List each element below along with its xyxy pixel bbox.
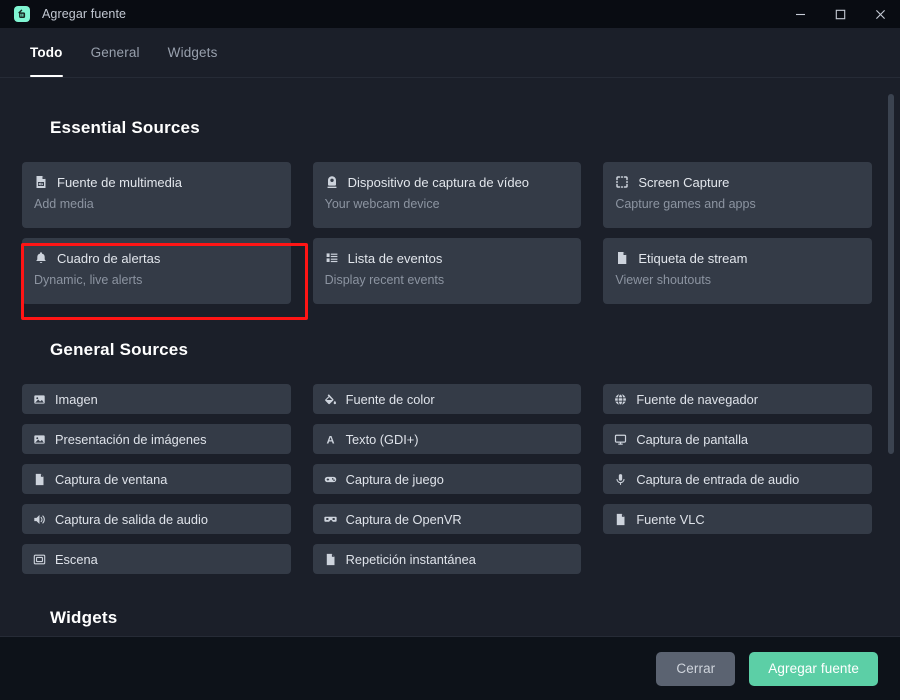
- card-subtitle: Capture games and apps: [615, 197, 756, 211]
- scrollbar-track[interactable]: [887, 82, 895, 632]
- widgets-heading: Widgets: [50, 608, 118, 627]
- row-label: Captura de pantalla: [636, 431, 749, 447]
- maximize-button[interactable]: [820, 0, 860, 28]
- source-row-audio-input-capture[interactable]: Captura de entrada de audio: [603, 464, 872, 494]
- source-card-alert-box[interactable]: Cuadro de alertas Dynamic, live alerts: [22, 238, 291, 304]
- tab-todo[interactable]: Todo: [16, 27, 77, 77]
- document-icon: [324, 553, 337, 566]
- gamepad-icon: [324, 473, 337, 486]
- card-subtitle: Dynamic, live alerts: [34, 273, 143, 287]
- card-header: Lista de eventos: [325, 249, 570, 267]
- document-icon: [614, 513, 627, 526]
- tab-widgets-label: Widgets: [167, 44, 218, 60]
- close-button[interactable]: [860, 0, 900, 28]
- row-label: Fuente de navegador: [636, 391, 758, 407]
- row-label: Captura de salida de audio: [55, 511, 208, 527]
- card-subtitle: Your webcam device: [324, 197, 440, 211]
- window-controls: [780, 0, 900, 28]
- card-subtitle: Viewer shoutouts: [615, 273, 711, 287]
- source-row-image-slideshow[interactable]: Presentación de imágenes: [22, 424, 291, 454]
- image-icon: [33, 393, 46, 406]
- microphone-icon: [614, 473, 627, 486]
- card-header: Cuadro de alertas: [34, 249, 279, 267]
- source-row-openvr-capture[interactable]: Captura de OpenVR: [312, 504, 582, 534]
- source-row-vlc-source[interactable]: Fuente VLC: [603, 504, 872, 534]
- row-label: Escena: [55, 551, 98, 567]
- card-title: Fuente de multimedia: [57, 174, 183, 190]
- bell-icon: [34, 251, 48, 265]
- row-label: Imagen: [55, 391, 98, 407]
- source-card-media[interactable]: Fuente de multimedia Add media: [22, 162, 291, 228]
- tab-general[interactable]: General: [77, 27, 154, 77]
- essential-sources-grid: Fuente de multimedia Add media Dispositi…: [22, 162, 872, 304]
- row-label: Captura de entrada de audio: [636, 471, 800, 487]
- document-icon: [615, 251, 629, 265]
- window-titlebar: Agregar fuente: [0, 0, 900, 28]
- general-sources-heading: General Sources: [50, 340, 189, 359]
- tab-bar: Todo General Widgets: [0, 28, 900, 78]
- card-header: Etiqueta de stream: [615, 249, 860, 267]
- card-header: Fuente de multimedia: [34, 173, 279, 191]
- dialog-footer: Cerrar Agregar fuente: [0, 636, 900, 700]
- tab-todo-label: Todo: [30, 44, 63, 60]
- list-icon: [325, 251, 339, 265]
- card-title: Etiqueta de stream: [638, 250, 748, 266]
- minimize-button[interactable]: [780, 0, 820, 28]
- tab-general-label: General: [90, 44, 140, 60]
- row-label: Captura de juego: [345, 471, 444, 487]
- scene-icon: [33, 553, 46, 566]
- card-title: Cuadro de alertas: [57, 250, 161, 266]
- window-title: Agregar fuente: [42, 7, 127, 21]
- monitor-icon: [614, 433, 627, 446]
- source-row-scene[interactable]: Escena: [22, 544, 291, 574]
- close-button-footer[interactable]: Cerrar: [656, 651, 736, 686]
- card-title: Dispositivo de captura de vídeo: [347, 174, 530, 190]
- svg-text:A: A: [326, 434, 334, 446]
- webcam-icon: [325, 175, 339, 189]
- row-label: Presentación de imágenes: [55, 431, 207, 447]
- source-card-event-list[interactable]: Lista de eventos Display recent events: [312, 238, 582, 304]
- text-a-icon: A: [324, 433, 337, 446]
- scrollbar-thumb[interactable]: [888, 94, 894, 454]
- sources-scroll-area[interactable]: Essential Sources Fuente de multimedia A…: [0, 78, 900, 636]
- vr-headset-icon: [324, 513, 337, 526]
- row-label: Texto (GDI+): [345, 431, 419, 447]
- source-row-instant-replay[interactable]: Repetición instantánea: [312, 544, 582, 574]
- source-row-browser-source[interactable]: Fuente de navegador: [603, 384, 872, 414]
- source-card-stream-label[interactable]: Etiqueta de stream Viewer shoutouts: [603, 238, 872, 304]
- paint-bucket-icon: [324, 393, 337, 406]
- row-label: Captura de ventana: [55, 471, 168, 487]
- card-title: Screen Capture: [638, 174, 730, 190]
- row-label: Captura de OpenVR: [345, 511, 462, 527]
- card-subtitle: Display recent events: [324, 273, 445, 287]
- source-row-color-source[interactable]: Fuente de color: [312, 384, 582, 414]
- source-row-game-capture[interactable]: Captura de juego: [312, 464, 582, 494]
- row-label: Repetición instantánea: [345, 551, 476, 567]
- add-source-button[interactable]: Agregar fuente: [749, 651, 878, 686]
- file-media-icon: [34, 175, 48, 189]
- source-row-text-gdi[interactable]: A Texto (GDI+): [312, 424, 582, 454]
- card-header: Dispositivo de captura de vídeo: [325, 173, 570, 191]
- screen-capture-icon: [615, 175, 629, 189]
- document-icon: [33, 473, 46, 486]
- source-row-display-capture[interactable]: Captura de pantalla: [603, 424, 872, 454]
- row-label: Fuente de color: [345, 391, 435, 407]
- row-label: Fuente VLC: [636, 511, 705, 527]
- card-header: Screen Capture: [615, 173, 860, 191]
- streamlabs-icon: [14, 6, 30, 22]
- source-row-window-capture[interactable]: Captura de ventana: [22, 464, 291, 494]
- source-row-audio-output-capture[interactable]: Captura de salida de audio: [22, 504, 291, 534]
- image-icon: [33, 433, 46, 446]
- globe-icon: [614, 393, 627, 406]
- speaker-icon: [33, 513, 46, 526]
- source-row-image[interactable]: Imagen: [22, 384, 291, 414]
- tab-widgets[interactable]: Widgets: [154, 27, 232, 77]
- card-subtitle: Add media: [34, 197, 94, 211]
- general-sources-grid: Imagen Fuente de color Fuente de navegad…: [22, 384, 872, 574]
- essential-sources-heading: Essential Sources: [50, 118, 200, 137]
- card-title: Lista de eventos: [347, 250, 443, 266]
- add-source-dialog: Agregar fuente Todo General Widgets Esse…: [0, 0, 900, 700]
- source-card-video-capture-device[interactable]: Dispositivo de captura de vídeo Your web…: [312, 162, 582, 228]
- source-card-screen-capture[interactable]: Screen Capture Capture games and apps: [603, 162, 872, 228]
